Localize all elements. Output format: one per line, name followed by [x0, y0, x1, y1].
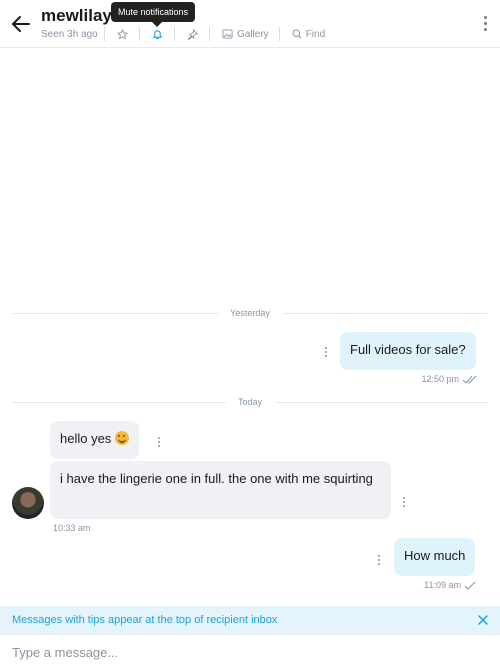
search-icon: [292, 29, 302, 39]
message-bubble-incoming[interactable]: i have the lingerie one in full. the one…: [50, 461, 391, 519]
close-icon[interactable]: [476, 613, 490, 627]
message-composer: [0, 634, 500, 670]
message-options-icon[interactable]: [402, 497, 406, 509]
pin-icon: [187, 28, 198, 40]
star-icon: [116, 28, 128, 39]
pin-chat-button[interactable]: [175, 28, 209, 40]
message-time: 12:50 pm: [421, 374, 459, 384]
image-icon: [222, 29, 233, 39]
message-time: 10:33 am: [53, 523, 91, 533]
mute-notifications-tooltip: Mute notifications: [111, 2, 196, 27]
gallery-button[interactable]: Gallery: [210, 29, 279, 40]
more-options-icon[interactable]: [482, 16, 488, 34]
date-label: Today: [237, 397, 263, 407]
message-meta: 11:09 am: [424, 580, 476, 590]
back-arrow-icon[interactable]: [10, 13, 36, 37]
last-seen-status: Seen 3h ago: [41, 29, 98, 40]
gallery-label: Gallery: [237, 28, 269, 40]
mute-notifications-button[interactable]: [140, 28, 174, 40]
message-text: hello yes: [60, 431, 112, 446]
favorite-button[interactable]: [105, 28, 139, 40]
chat-header: mewlilay Seen 3h ago Gallery Find: [0, 0, 500, 48]
message-bubble-outgoing[interactable]: How much: [394, 538, 476, 576]
tips-info-banner: Messages with tips appear at the top of …: [0, 606, 500, 634]
header-actions: Gallery Find: [104, 25, 335, 43]
message-input[interactable]: [12, 645, 482, 660]
date-divider: Today: [12, 396, 488, 408]
message-text: Full videos for sale?: [350, 342, 466, 357]
bell-icon: [152, 30, 162, 40]
message-bubble-outgoing[interactable]: Full videos for sale?: [340, 332, 476, 370]
message-options-icon[interactable]: [157, 437, 161, 449]
message-text: i have the lingerie one in full. the one…: [60, 471, 373, 486]
date-label: Yesterday: [230, 308, 270, 318]
find-button[interactable]: Find: [280, 29, 335, 40]
message-options-icon[interactable]: [324, 347, 328, 359]
avatar[interactable]: [12, 487, 44, 519]
date-divider: Yesterday: [12, 307, 489, 319]
find-label: Find: [305, 28, 326, 40]
message-options-icon[interactable]: [377, 555, 381, 567]
message-text: How much: [404, 548, 466, 563]
message-meta: 12:50 pm: [421, 374, 478, 384]
check-icon: [464, 581, 476, 590]
banner-text: Messages with tips appear at the top of …: [12, 614, 278, 626]
message-bubble-incoming[interactable]: hello yes: [50, 421, 140, 459]
chat-title[interactable]: mewlilay: [41, 6, 112, 26]
grinning-face-icon: [115, 431, 130, 445]
double-check-icon: [462, 375, 477, 384]
message-meta: 10:33 am: [53, 523, 91, 533]
message-time: 11:09 am: [424, 580, 461, 590]
